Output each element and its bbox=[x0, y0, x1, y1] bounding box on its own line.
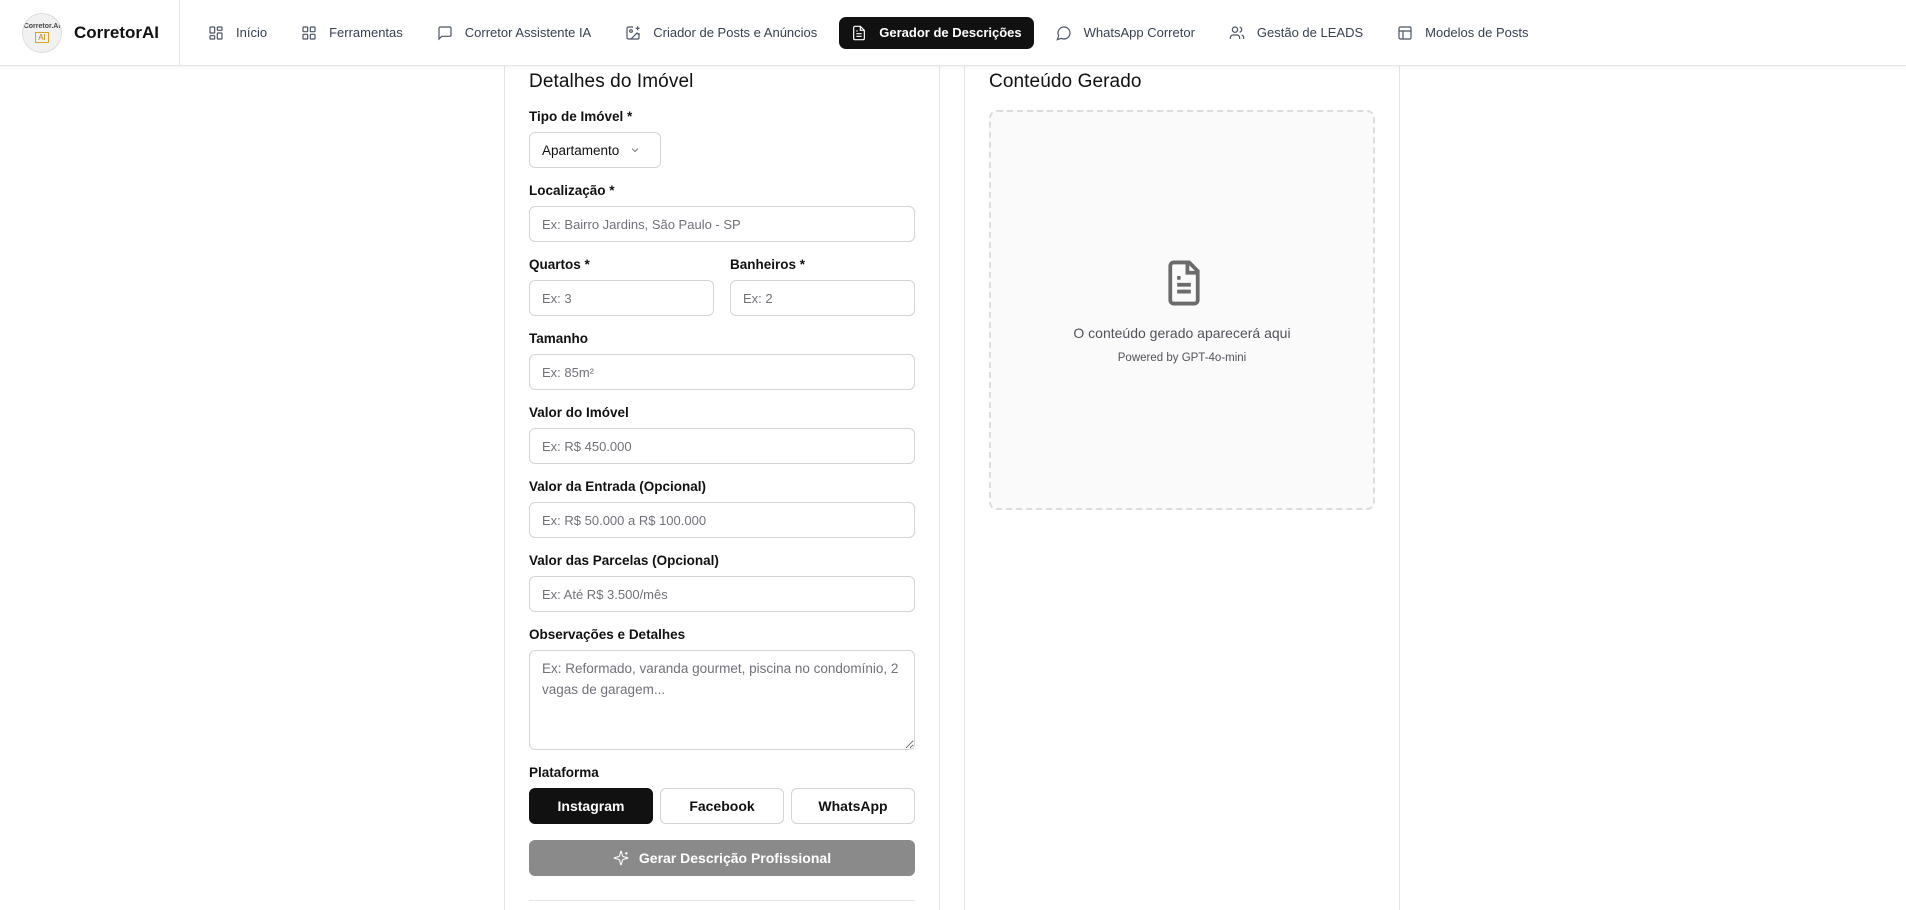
tipo-imovel-value: Apartamento bbox=[542, 142, 620, 158]
nav-item-label: Criador de Posts e Anúncios bbox=[653, 25, 818, 40]
nav-item-criador-posts[interactable]: Criador de Posts e Anúncios bbox=[613, 17, 829, 49]
nav-item-corretor-assistente[interactable]: Corretor Assistente IA bbox=[425, 17, 603, 49]
nav-item-label: Ferramentas bbox=[329, 25, 403, 40]
nav-item-ferramentas[interactable]: Ferramentas bbox=[289, 17, 415, 49]
valor-parcelas-label: Valor das Parcelas (Opcional) bbox=[529, 553, 719, 568]
observacoes-textarea[interactable] bbox=[529, 650, 915, 750]
nav-item-label: Modelos de Posts bbox=[1425, 25, 1529, 40]
quartos-label: Quartos * bbox=[529, 257, 590, 272]
file-text-icon bbox=[1163, 259, 1205, 307]
tipo-imovel-label: Tipo de Imóvel * bbox=[529, 109, 633, 124]
nav-item-label: WhatsApp Corretor bbox=[1083, 25, 1195, 40]
top-navbar: Corretor.AI AI CorretorAI Início Ferrame… bbox=[0, 0, 1906, 66]
tamanho-label: Tamanho bbox=[529, 331, 589, 346]
tamanho-input[interactable] bbox=[529, 354, 915, 390]
nav-item-label: Gestão de LEADS bbox=[1256, 25, 1364, 40]
platform-facebook-button[interactable]: Facebook bbox=[660, 788, 784, 824]
banheiros-label: Banheiros * bbox=[730, 257, 806, 272]
platform-whatsapp-button[interactable]: WhatsApp bbox=[791, 788, 915, 824]
plataforma-label: Plataforma bbox=[529, 765, 599, 780]
users-icon bbox=[1229, 25, 1245, 39]
localizacao-input[interactable] bbox=[529, 206, 915, 242]
output-title: Conteúdo Gerado bbox=[989, 71, 1142, 92]
logo-text: Corretor.AI bbox=[23, 22, 61, 30]
brand-logo: Corretor.AI AI bbox=[22, 12, 62, 53]
main-nav: Início Ferramentas Corretor Assistente I… bbox=[196, 0, 1550, 66]
section-divider bbox=[529, 900, 915, 901]
nav-item-label: Gerador de Descrições bbox=[879, 25, 1022, 40]
grid-icon bbox=[302, 25, 316, 40]
brand[interactable]: Corretor.AI AI CorretorAI bbox=[0, 0, 180, 66]
image-plus-icon bbox=[626, 25, 640, 40]
valor-imovel-label: Valor do Imóvel bbox=[529, 405, 629, 420]
form-title: Detalhes do Imóvel bbox=[529, 71, 694, 92]
logo-badge: AI bbox=[35, 31, 49, 43]
localizacao-label: Localização * bbox=[529, 183, 615, 198]
grid-icon bbox=[209, 25, 223, 40]
layout-icon bbox=[1398, 25, 1412, 40]
valor-entrada-label: Valor da Entrada (Opcional) bbox=[529, 479, 707, 494]
property-details-panel: Detalhes do Imóvel Tipo de Imóvel * Apar… bbox=[504, 66, 940, 910]
banheiros-input[interactable] bbox=[730, 280, 915, 316]
nav-item-gestao-leads[interactable]: Gestão de LEADS bbox=[1217, 17, 1375, 49]
nav-item-modelos-posts[interactable]: Modelos de Posts bbox=[1385, 17, 1540, 49]
generated-content-panel: Conteúdo Gerado O conteúdo gerado aparec… bbox=[964, 66, 1400, 910]
generated-content-placeholder: O conteúdo gerado aparecerá aqui Powered… bbox=[989, 110, 1375, 510]
generate-description-button[interactable]: Gerar Descrição Profissional bbox=[529, 840, 915, 876]
empty-state-text: O conteúdo gerado aparecerá aqui bbox=[1073, 325, 1291, 341]
sparkles-icon bbox=[613, 850, 629, 866]
brand-name: CorretorAI bbox=[74, 22, 160, 42]
chevron-down-icon bbox=[632, 148, 639, 153]
valor-parcelas-input[interactable] bbox=[529, 576, 915, 612]
observacoes-label: Observações e Detalhes bbox=[529, 627, 686, 642]
chat-icon bbox=[438, 25, 452, 40]
valor-entrada-input[interactable] bbox=[529, 502, 915, 538]
nav-item-whatsapp-corretor[interactable]: WhatsApp Corretor bbox=[1044, 17, 1207, 49]
generate-button-label: Gerar Descrição Profissional bbox=[638, 850, 832, 866]
platform-instagram-button[interactable]: Instagram bbox=[529, 788, 653, 824]
message-circle-icon bbox=[1056, 25, 1071, 41]
quartos-input[interactable] bbox=[529, 280, 714, 316]
nav-item-gerador-descricoes[interactable]: Gerador de Descrições bbox=[839, 16, 1034, 49]
tipo-imovel-select[interactable]: Apartamento bbox=[529, 132, 661, 168]
powered-by-text: Powered by GPT-4o-mini bbox=[1117, 352, 1247, 364]
nav-item-inicio[interactable]: Início bbox=[196, 17, 279, 49]
file-text-icon bbox=[853, 25, 866, 40]
valor-imovel-input[interactable] bbox=[529, 428, 915, 464]
nav-item-label: Corretor Assistente IA bbox=[464, 25, 592, 40]
nav-item-label: Início bbox=[236, 25, 268, 40]
